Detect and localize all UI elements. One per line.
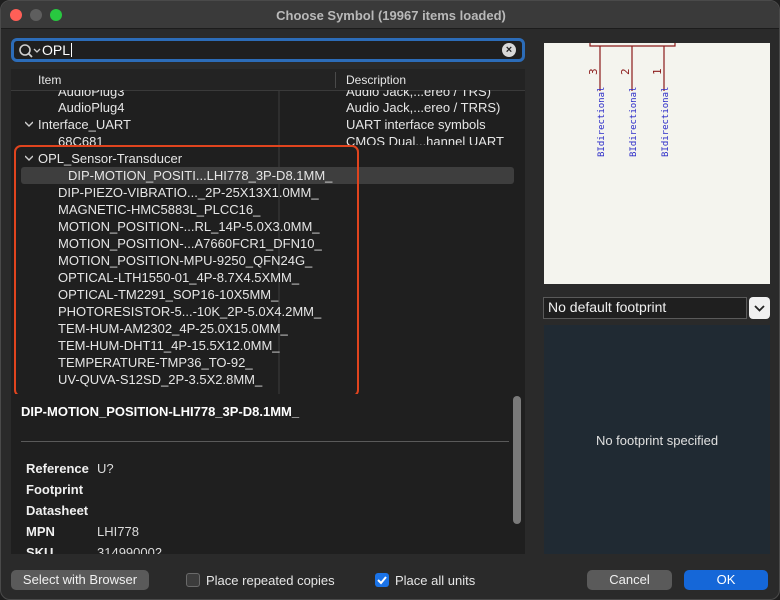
list-item[interactable]: MOTION_POSITION-MPU-9250_QFN24G_ (11, 252, 525, 269)
list-item[interactable]: PHOTORESISTOR-5...-10K_2P-5.0X4.2MM_ (11, 303, 525, 320)
place-all-units-checkbox[interactable] (375, 573, 389, 587)
list-item[interactable]: OPTICAL-TM2291_SOP16-10X5MM_ (11, 286, 525, 303)
choose-symbol-dialog: Choose Symbol (19967 items loaded) OPL ×… (0, 0, 780, 600)
list-item[interactable]: 68C681 CMOS Dual...hannel UART (11, 133, 525, 145)
checkmark-icon (377, 576, 387, 585)
pin-number: 1 (651, 68, 664, 75)
list-item[interactable]: TEM-HUM-AM2302_4P-25.0X15.0MM_ (11, 320, 525, 337)
clear-x-icon[interactable]: × (502, 43, 516, 57)
chevron-down-icon[interactable] (25, 154, 33, 162)
pin-type: BIdirectional (597, 87, 607, 157)
list-item-selected[interactable]: DIP-MOTION_POSITI...LHI778_3P-D8.1MM_ (21, 167, 514, 184)
prop-value-reference: U? (97, 461, 114, 476)
list-item[interactable]: MOTION_POSITION-...A7660FCR1_DFN10_ (11, 235, 525, 252)
details-scrollbar[interactable] (513, 396, 521, 524)
selected-symbol-name: DIP-MOTION_POSITION-LHI778_3P-D8.1MM_ (21, 404, 300, 419)
list-item[interactable]: UV-QUVA-S12SD_2P-3.5X2.8MM_ (11, 371, 525, 388)
symbol-preview-drawing: 3 2 1 BIdirectional BIdirectional BIdire… (587, 43, 676, 157)
prop-label-footprint: Footprint (26, 482, 84, 497)
select-with-browser-button[interactable]: Select with Browser (11, 570, 149, 590)
footprint-preview: No footprint specified (544, 325, 770, 554)
footprint-message: No footprint specified (595, 433, 719, 448)
pin-type: BIdirectional (661, 87, 671, 157)
pin-number: 3 (587, 68, 600, 75)
cancel-button[interactable]: Cancel (587, 570, 672, 590)
chevron-down-icon[interactable] (25, 120, 33, 128)
prop-label-sku: SKU (26, 545, 54, 554)
symbol-body-outline (589, 43, 676, 47)
place-repeated-checkbox[interactable] (186, 573, 200, 587)
column-header-description[interactable]: Description (346, 73, 406, 87)
tree-group-opl-sensor-transducer[interactable]: OPL_Sensor-Transducer (11, 150, 525, 167)
footprint-select[interactable]: No default footprint (543, 297, 747, 319)
list-item[interactable]: AudioPlug4 Audio Jack,...ereo / TRRS) (11, 99, 525, 116)
pin-number: 2 (619, 68, 632, 75)
column-divider[interactable] (335, 72, 336, 88)
magnifier-with-dropdown-icon[interactable] (18, 42, 42, 60)
divider (21, 441, 509, 442)
tree-header: Item Description (11, 69, 525, 91)
prop-label-reference: Reference (26, 461, 89, 476)
footprint-dropdown-button[interactable] (749, 297, 770, 319)
prop-label-datasheet: Datasheet (26, 503, 89, 518)
chevron-down-icon (754, 305, 765, 312)
window-title: Choose Symbol (19967 items loaded) (276, 8, 506, 23)
pin-type: BIdirectional (629, 87, 639, 157)
symbol-tree[interactable]: Item Description AudioPlug3 Audio Jack,.… (11, 69, 525, 394)
list-item[interactable]: MAGNETIC-HMC5883L_PLCC16_ (11, 201, 525, 218)
place-repeated-label[interactable]: Place repeated copies (206, 573, 335, 588)
list-item[interactable]: DIP-PIEZO-VIBRATIO..._2P-25X13X1.0MM_ (11, 184, 525, 201)
list-item[interactable]: MOTION_POSITION-...RL_14P-5.0X3.0MM_ (11, 218, 525, 235)
search-field[interactable]: OPL × (11, 38, 525, 62)
column-header-item[interactable]: Item (38, 73, 61, 87)
ok-button[interactable]: OK (684, 570, 768, 590)
title-bar: Choose Symbol (19967 items loaded) (1, 1, 779, 29)
list-item[interactable]: TEM-HUM-DHT11_4P-15.5X12.0MM_ (11, 337, 525, 354)
list-item[interactable]: OPTICAL-LTH1550-01_4P-8.7X4.5XMM_ (11, 269, 525, 286)
place-all-units-label[interactable]: Place all units (395, 573, 475, 588)
list-item[interactable]: TEMPERATURE-TMP36_TO-92_ (11, 354, 525, 371)
search-query[interactable]: OPL (42, 42, 73, 58)
prop-value-mpn: LHI778 (97, 524, 139, 539)
prop-value-sku: 314990002 (97, 545, 163, 554)
symbol-preview: 3 2 1 BIdirectional BIdirectional BIdire… (544, 43, 770, 284)
tree-group-interface-uart[interactable]: Interface_UART UART interface symbols (11, 116, 525, 133)
prop-label-mpn: MPN (26, 524, 55, 539)
symbol-details-panel: DIP-MOTION_POSITION-LHI778_3P-D8.1MM_ Re… (11, 394, 525, 554)
